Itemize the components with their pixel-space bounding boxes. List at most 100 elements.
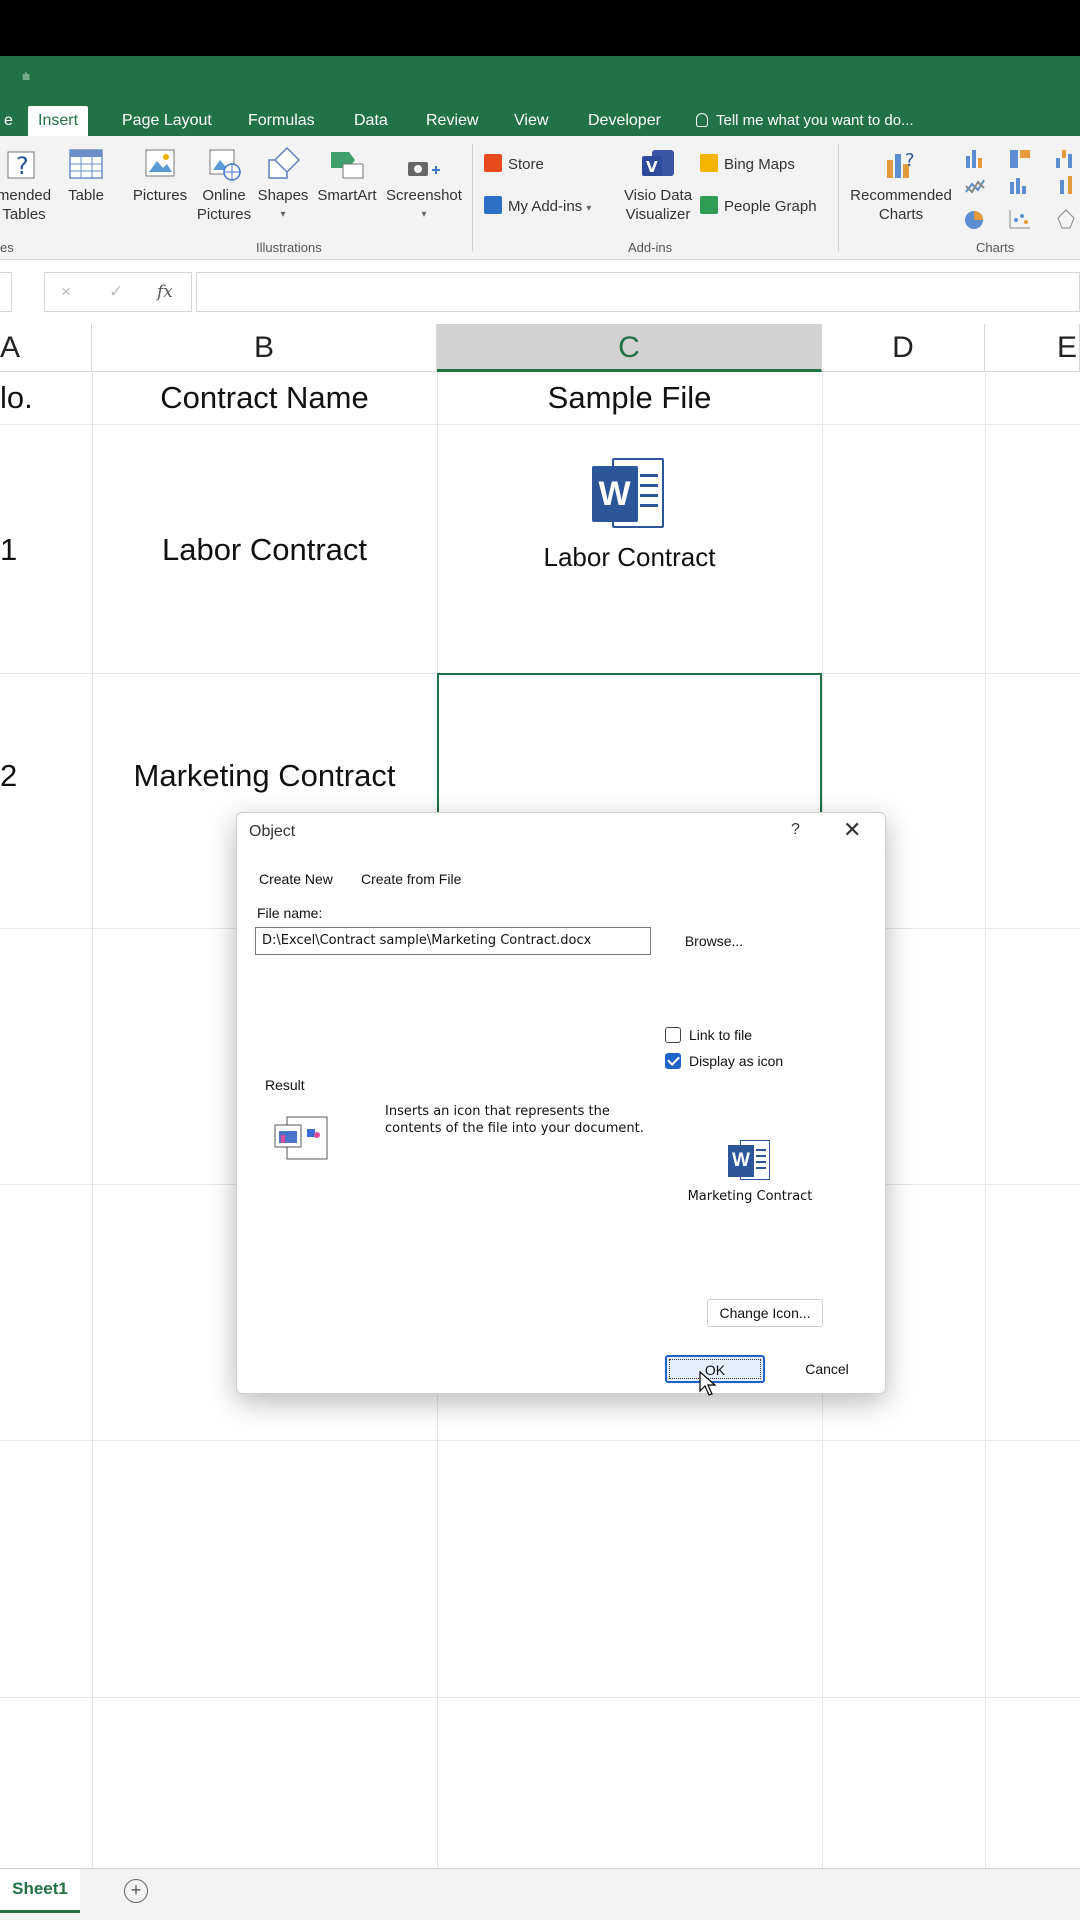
status-bar-black (0, 0, 1080, 56)
my-addins-button[interactable]: My Add-ins ▾ (484, 196, 591, 220)
svg-text:V: V (646, 158, 658, 176)
lightbulb-icon (696, 113, 708, 127)
column-header-a[interactable]: A (0, 324, 92, 372)
close-icon[interactable]: ✕ (843, 817, 861, 843)
people-graph-icon (700, 196, 718, 214)
column-header-b[interactable]: B (92, 324, 437, 372)
cell-b1[interactable]: Labor Contract (92, 532, 437, 568)
my-addins-icon (484, 196, 502, 214)
group-addins-label: Add-ins (628, 240, 673, 255)
group-divider (838, 144, 839, 252)
result-embed-icon (273, 1115, 329, 1164)
waterfall-chart-icon (1056, 150, 1072, 168)
column-header-c[interactable]: C (437, 324, 822, 372)
screenshot-icon (406, 146, 442, 182)
display-as-icon-label: Display as icon (689, 1053, 784, 1069)
svg-text:?: ? (16, 152, 29, 180)
shapes-label: Shapes (257, 187, 309, 204)
people-graph-button[interactable]: People Graph (700, 196, 817, 218)
group-divider (472, 144, 473, 252)
insert-function-icon[interactable]: fx (157, 282, 173, 302)
online-pictures-label-2: Pictures (196, 206, 252, 223)
name-box[interactable] (0, 272, 12, 312)
shapes-icon (265, 146, 301, 182)
column-header-d[interactable]: D (822, 324, 985, 372)
tab-create-new[interactable]: Create New (259, 871, 333, 887)
recommended-pivottables-label-2: Tables (2, 206, 46, 223)
smartart-button[interactable]: SmartArt (312, 146, 382, 205)
tell-me-search[interactable]: Tell me what you want to do... (696, 106, 914, 136)
cancel-button[interactable]: Cancel (777, 1355, 877, 1383)
statistic-chart-icon (1010, 178, 1026, 194)
embedded-object-caption: Labor Contract (543, 542, 716, 572)
tab-create-from-file[interactable]: Create from File (361, 871, 461, 887)
link-to-file-checkbox[interactable] (665, 1027, 681, 1043)
quick-access-customize-icon[interactable]: ⩧ (22, 68, 30, 85)
tab-file[interactable]: e (0, 106, 23, 136)
selected-cell-c2[interactable] (437, 673, 822, 815)
group-charts-label: Charts (976, 240, 1015, 255)
tell-me-text: Tell me what you want to do... (716, 112, 914, 129)
tab-view[interactable]: View (504, 106, 558, 136)
screenshot-button[interactable]: Screenshot ▾ (382, 146, 466, 224)
my-addins-label: My Add-ins (508, 198, 583, 215)
word-document-icon: W (728, 1139, 772, 1183)
cell-a2[interactable]: 2 (0, 758, 17, 794)
cell-b-header[interactable]: Contract Name (92, 380, 437, 416)
tab-review[interactable]: Review (416, 106, 488, 136)
bing-maps-label: Bing Maps (724, 156, 795, 173)
online-pictures-button[interactable]: Online Pictures (194, 146, 254, 224)
pictures-button[interactable]: Pictures (128, 146, 192, 205)
shapes-button[interactable]: Shapes ▾ (254, 146, 312, 224)
enter-icon[interactable]: ✓ (109, 282, 123, 302)
group-illustrations-label: Illustrations (256, 240, 322, 255)
sheet-tab-sheet1[interactable]: Sheet1 (0, 1869, 80, 1913)
cell-b2[interactable]: Marketing Contract (92, 758, 437, 794)
change-icon-button[interactable]: Change Icon... (707, 1299, 823, 1327)
tab-developer[interactable]: Developer (578, 106, 671, 136)
ribbon-tabs: e Insert Page Layout Formulas Data Revie… (0, 102, 1080, 136)
tab-formulas[interactable]: Formulas (238, 106, 325, 136)
store-button[interactable]: Store (484, 154, 544, 176)
result-label: Result (265, 1077, 305, 1093)
visio-label-2: Visualizer (625, 206, 691, 223)
object-dialog: Object ? ✕ Create New Create from File F… (236, 812, 886, 1396)
table-button[interactable]: Table (60, 146, 112, 205)
browse-button[interactable]: Browse... (665, 927, 763, 955)
file-name-input[interactable]: D:\Excel\Contract sample\Marketing Contr… (255, 927, 651, 955)
group-tables-label: es (0, 240, 14, 255)
bing-maps-button[interactable]: Bing Maps (700, 154, 795, 176)
cell-a1[interactable]: 1 (0, 532, 17, 568)
recommended-pivottables-label-1: mended (0, 187, 52, 204)
icon-caption: Marketing Contract (687, 1189, 813, 1204)
visio-data-visualizer-button[interactable]: V Visio Data Visualizer (620, 146, 696, 224)
formula-input[interactable] (196, 272, 1080, 312)
ribbon-insert: ? mended Tables Table Pictures Online Pi… (0, 136, 1080, 260)
tab-insert[interactable]: Insert (28, 106, 89, 136)
tab-data[interactable]: Data (344, 106, 398, 136)
cancel-icon[interactable]: × (61, 282, 71, 302)
cell-a-header[interactable]: lo. (0, 380, 33, 416)
recommended-charts-icon: ? (883, 146, 919, 182)
chart-type-gallery[interactable] (962, 146, 1080, 246)
cell-c-header[interactable]: Sample File (437, 380, 822, 416)
pie-chart-icon (965, 211, 983, 229)
recommended-charts-button[interactable]: ? Recommended Charts (842, 146, 960, 224)
radar-chart-icon (1057, 209, 1075, 229)
table-icon (68, 146, 104, 182)
pictures-label: Pictures (132, 187, 188, 204)
result-description: Inserts an icon that represents the cont… (385, 1104, 644, 1136)
sheet-tab-bar: Sheet1 + (0, 1868, 1080, 1920)
display-as-icon-checkbox[interactable] (665, 1053, 681, 1069)
embedded-word-object-labor[interactable]: W Labor Contract (437, 456, 822, 573)
scatter-chart-icon (1009, 210, 1030, 229)
icon-preview: W Marketing Contract (677, 1139, 823, 1204)
store-icon (484, 154, 502, 172)
recommended-pivottables-button[interactable]: ? mended Tables (0, 146, 58, 224)
column-header-e[interactable]: E (985, 324, 1080, 372)
help-button[interactable]: ? (791, 821, 800, 839)
add-sheet-icon[interactable]: + (124, 1879, 148, 1903)
recommended-pivottable-icon: ? (6, 146, 42, 182)
tab-page-layout[interactable]: Page Layout (112, 106, 222, 136)
file-name-label: File name: (257, 905, 323, 921)
